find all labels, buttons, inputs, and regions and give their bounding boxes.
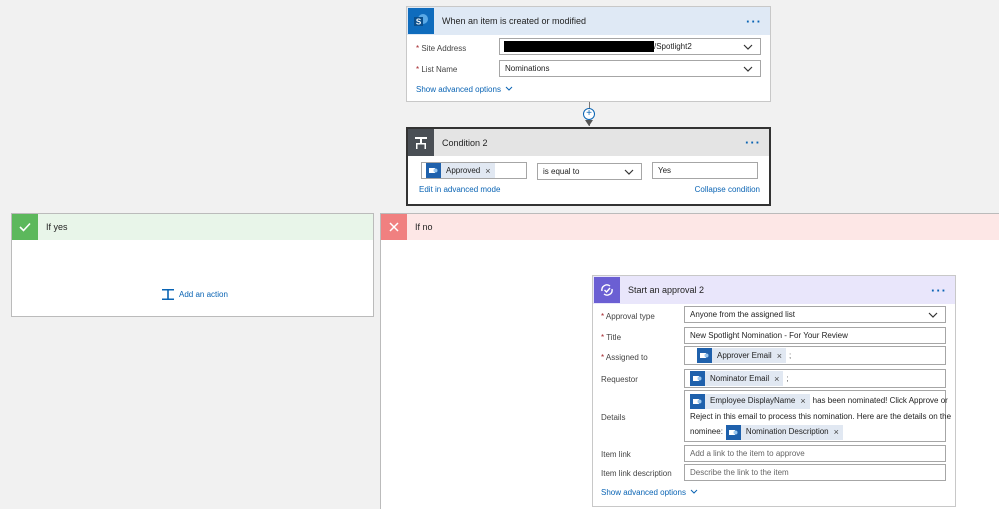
assigned-to-label: * Assigned to bbox=[601, 353, 648, 362]
title-input[interactable]: New Spotlight Nomination - For Your Revi… bbox=[684, 327, 946, 344]
trigger-menu-icon[interactable]: ··· bbox=[746, 7, 762, 35]
condition-card[interactable]: Condition 2 ··· Approved × is equal to Y… bbox=[406, 127, 771, 206]
edit-advanced-mode-link[interactable]: Edit in advanced mode bbox=[419, 185, 500, 194]
close-x-icon bbox=[381, 214, 407, 240]
approval-icon bbox=[594, 277, 620, 303]
assigned-to-input[interactable]: Approver Email × ; bbox=[684, 346, 946, 365]
remove-token-icon[interactable]: × bbox=[834, 426, 839, 438]
checkmark-icon bbox=[12, 214, 38, 240]
add-action-icon bbox=[162, 289, 174, 300]
list-name-dropdown[interactable]: Nominations bbox=[499, 60, 761, 77]
approval-type-label: * Approval type bbox=[601, 312, 655, 321]
condition-title: Condition 2 bbox=[442, 137, 488, 148]
list-name-label: * List Name bbox=[416, 65, 458, 74]
requestor-label: Requestor bbox=[601, 375, 638, 384]
chevron-down-icon bbox=[928, 312, 938, 318]
add-an-action-button[interactable]: Add an action bbox=[162, 289, 228, 300]
approval-card[interactable]: Start an approval 2 ··· * Approval type … bbox=[592, 275, 956, 507]
insert-step-icon[interactable]: + bbox=[583, 108, 595, 120]
remove-token-icon[interactable]: × bbox=[800, 395, 805, 407]
title-label: * Title bbox=[601, 333, 622, 342]
collapse-condition-link[interactable]: Collapse condition bbox=[695, 185, 760, 194]
trigger-title: When an item is created or modified bbox=[442, 16, 587, 26]
sharepoint-token-icon bbox=[697, 348, 712, 363]
if-yes-title: If yes bbox=[46, 222, 68, 232]
requestor-input[interactable]: Nominator Email × ; bbox=[684, 369, 946, 388]
chevron-down-icon bbox=[505, 86, 513, 91]
trigger-card-header[interactable]: S When an item is created or modified ··… bbox=[407, 7, 770, 35]
if-yes-header[interactable]: If yes bbox=[12, 214, 373, 240]
site-address-dropdown[interactable]: /Spotlight2 bbox=[499, 38, 761, 55]
nomination-description-token[interactable]: Nomination Description × bbox=[725, 424, 843, 440]
approved-token[interactable]: Approved × bbox=[426, 163, 495, 178]
if-no-title: If no bbox=[415, 222, 433, 232]
condition-card-header[interactable]: Condition 2 ··· bbox=[408, 129, 769, 156]
employee-displayname-token[interactable]: Employee DisplayName × bbox=[690, 393, 810, 409]
approval-show-advanced-link[interactable]: Show advanced options bbox=[601, 488, 698, 497]
condition-operator-dropdown[interactable]: is equal to bbox=[537, 163, 642, 180]
remove-token-icon[interactable]: × bbox=[777, 351, 782, 361]
item-link-label: Item link bbox=[601, 450, 631, 459]
item-link-input[interactable]: Add a link to the item to approve bbox=[684, 445, 946, 462]
approver-email-token[interactable]: Approver Email × bbox=[697, 348, 786, 363]
condition-menu-icon[interactable]: ··· bbox=[745, 129, 761, 156]
connector-arrow-icon bbox=[585, 120, 593, 126]
site-address-label: * Site Address bbox=[416, 44, 467, 53]
approval-menu-icon[interactable]: ··· bbox=[931, 276, 947, 304]
sharepoint-icon: S bbox=[408, 8, 434, 34]
condition-left-operand[interactable]: Approved × bbox=[421, 162, 527, 179]
sharepoint-token-icon bbox=[725, 424, 741, 440]
approval-type-dropdown[interactable]: Anyone from the assigned list bbox=[684, 306, 946, 323]
chevron-down-icon bbox=[743, 44, 753, 50]
item-link-description-input[interactable]: Describe the link to the item bbox=[684, 464, 946, 481]
remove-token-icon[interactable]: × bbox=[774, 374, 779, 384]
details-label: Details bbox=[601, 413, 626, 422]
site-address-redacted bbox=[504, 41, 654, 52]
svg-text:S: S bbox=[416, 18, 422, 27]
item-link-description-label: Item link description bbox=[601, 469, 672, 478]
sharepoint-token-icon bbox=[690, 371, 705, 386]
sharepoint-token-icon bbox=[426, 163, 441, 178]
trigger-card[interactable]: S When an item is created or modified ··… bbox=[406, 6, 771, 102]
approval-card-header[interactable]: Start an approval 2 ··· bbox=[593, 276, 955, 304]
details-textarea[interactable]: Employee DisplayName × has been nominate… bbox=[684, 390, 951, 442]
sharepoint-token-icon bbox=[690, 393, 705, 409]
if-no-header[interactable]: If no bbox=[381, 214, 999, 240]
chevron-down-icon bbox=[624, 169, 634, 175]
chevron-down-icon bbox=[743, 66, 753, 72]
nominator-email-token[interactable]: Nominator Email × bbox=[690, 371, 784, 386]
trigger-show-advanced-link[interactable]: Show advanced options bbox=[416, 85, 513, 94]
remove-token-icon[interactable]: × bbox=[485, 166, 490, 176]
condition-value-input[interactable]: Yes bbox=[652, 162, 758, 179]
if-yes-branch: If yes Add an action bbox=[11, 213, 374, 317]
chevron-down-icon bbox=[690, 489, 698, 494]
approval-title: Start an approval 2 bbox=[628, 285, 705, 295]
condition-icon bbox=[408, 129, 434, 156]
